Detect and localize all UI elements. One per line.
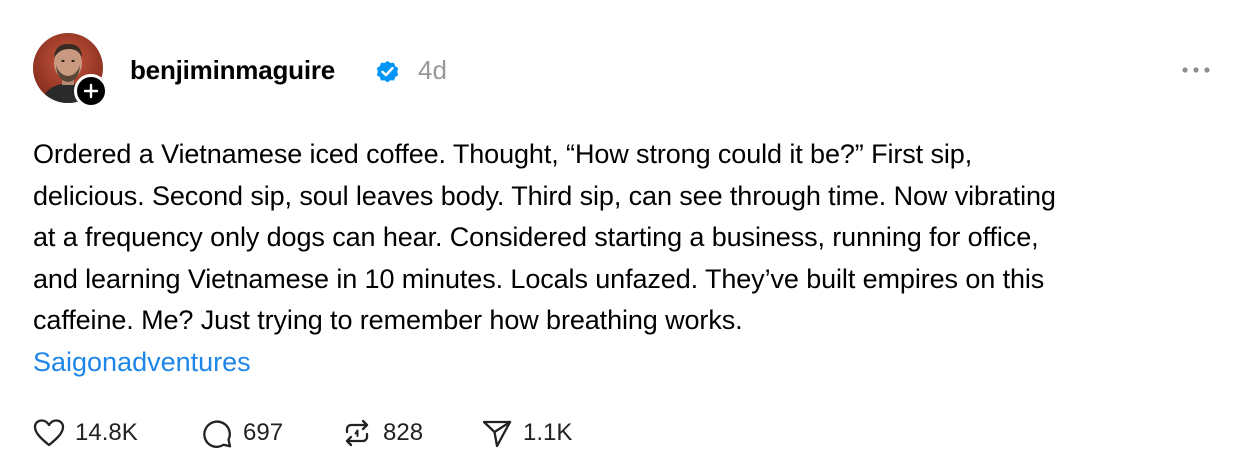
post-timestamp[interactable]: 4d xyxy=(418,54,447,86)
verified-badge-icon xyxy=(374,58,401,85)
comment-icon xyxy=(203,420,232,448)
follow-button[interactable] xyxy=(74,74,108,108)
send-icon xyxy=(482,420,512,448)
more-options-button[interactable] xyxy=(1176,58,1216,82)
repost-count: 828 xyxy=(383,419,424,446)
avatar-container[interactable] xyxy=(33,33,108,108)
post-card: benjiminmaguire 4d Ordered a Vietnamese … xyxy=(0,0,1250,472)
plus-icon xyxy=(83,83,99,99)
author-username[interactable]: benjiminmaguire xyxy=(130,54,335,86)
reply-count: 697 xyxy=(243,419,284,446)
repost-icon xyxy=(345,419,369,447)
action-bar: 14.8K 697 828 1.1K xyxy=(33,413,601,453)
heart-icon xyxy=(33,419,65,447)
share-count: 1.1K xyxy=(523,419,573,446)
repost-button[interactable]: 828 xyxy=(341,417,481,449)
like-button[interactable]: 14.8K xyxy=(33,418,201,448)
more-horizontal-icon xyxy=(1182,67,1210,73)
like-count: 14.8K xyxy=(75,419,138,446)
topic-tag-link[interactable]: Saigonadventures xyxy=(33,342,251,384)
share-button[interactable]: 1.1K xyxy=(481,417,601,449)
post-body-text: Ordered a Vietnamese iced coffee. Though… xyxy=(33,139,1056,335)
reply-button[interactable]: 697 xyxy=(201,417,341,449)
